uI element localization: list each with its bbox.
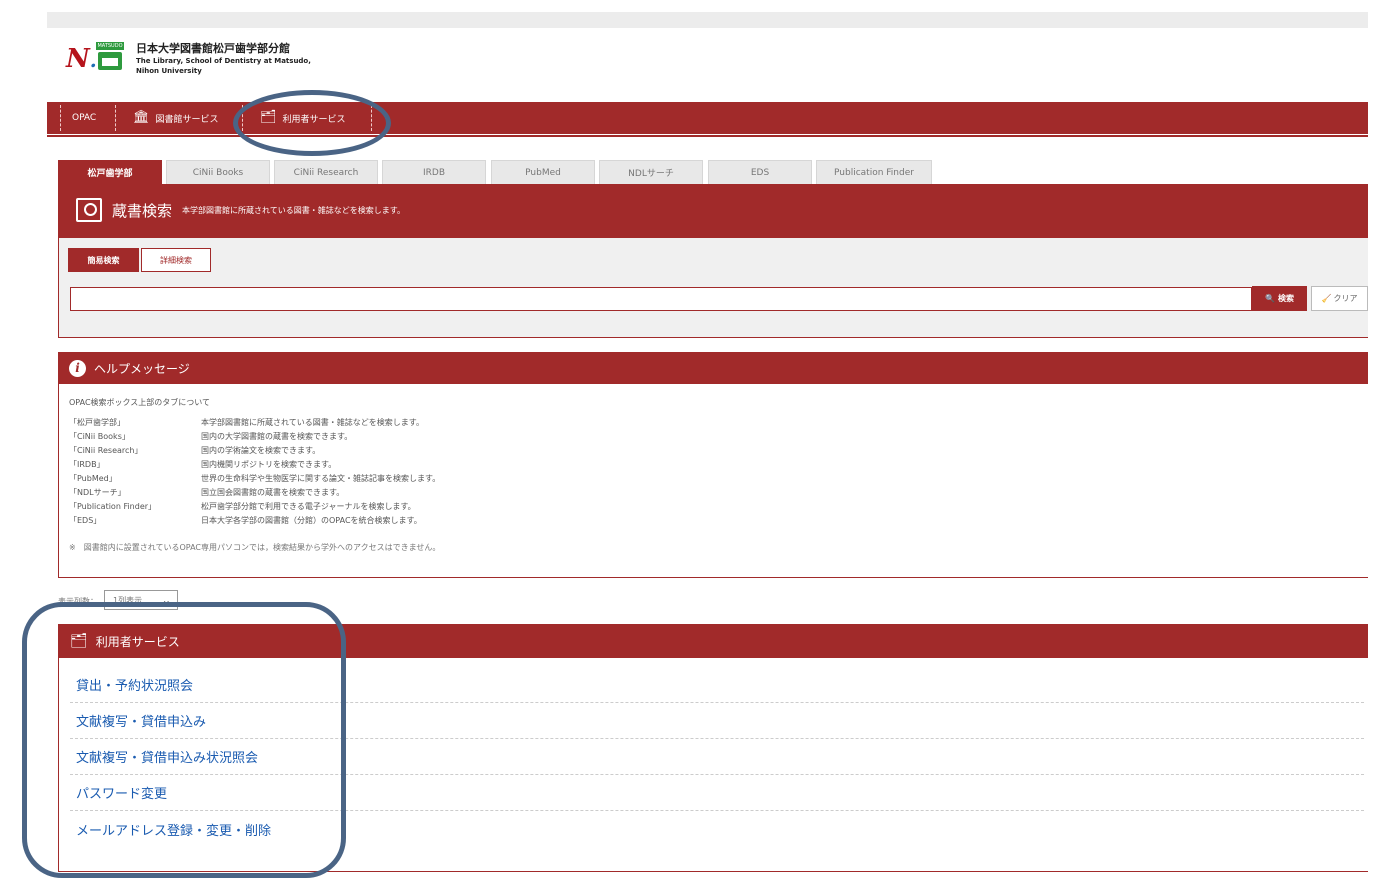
user-services-header: 🗂 利用者サービス	[58, 624, 1368, 658]
tab-eds[interactable]: EDS	[708, 160, 812, 184]
help-row: 「EDS」 日本大学各学部の図書館（分館）のOPACを統合検索します。	[69, 516, 422, 525]
link-copy-loan-request-status[interactable]: 文献複写・貸借申込み状況照会	[70, 739, 1364, 775]
clear-button[interactable]: 🧹 クリア	[1311, 286, 1368, 311]
nav-separator	[60, 105, 61, 131]
building-icon: 🏛	[133, 110, 150, 125]
nav-separator	[115, 105, 116, 131]
help-body: OPAC検索ボックス上部のタブについて 「松戸歯学部」 本学部図書館に所蔵されてい…	[58, 384, 1368, 578]
tab-cinii-books[interactable]: CiNii Books	[166, 160, 270, 184]
top-strip	[47, 12, 1368, 28]
nav-underline	[47, 135, 1368, 137]
nav-item-user-services[interactable]: 🗂 利用者サービス	[260, 102, 346, 134]
tab-matsudo[interactable]: 松戸歯学部	[58, 160, 162, 184]
user-card-icon: 🗂	[260, 110, 277, 125]
help-note: ※ 図書館内に設置されているOPAC専用パソコンでは，検索結果から学外へのアクセ…	[69, 543, 441, 552]
advanced-search-tab[interactable]: 詳細検索	[141, 248, 211, 272]
help-intro: OPAC検索ボックス上部のタブについて	[69, 398, 211, 407]
search-subtitle: 本学部図書館に所蔵されている図書・雑誌などを検索します。	[182, 205, 405, 215]
search-header: 蔵書検索 本学部図書館に所蔵されている図書・雑誌などを検索します。	[58, 184, 1368, 238]
search-icon: 🔍	[1265, 294, 1275, 303]
nav-separator	[242, 105, 243, 131]
tab-cinii-research[interactable]: CiNii Research	[274, 160, 378, 184]
tab-irdb[interactable]: IRDB	[382, 160, 486, 184]
link-copy-loan-request[interactable]: 文献複写・貸借申込み	[70, 703, 1364, 739]
help-header: i ヘルプメッセージ	[58, 352, 1368, 384]
columns-select[interactable]: 1列表示 ⌄	[104, 590, 178, 610]
nav-item-opac[interactable]: OPAC	[72, 102, 96, 134]
help-row: 「PubMed」 世界の生命科学や生物医学に関する論文・雑誌記事を検索します。	[69, 474, 441, 483]
help-row: 「Publication Finder」 松戸歯学部分館で利用できる電子ジャーナル…	[69, 502, 416, 511]
help-row: 「IRDB」 国内機関リポジトリを検索できます。	[69, 460, 337, 469]
tab-pubmed[interactable]: PubMed	[491, 160, 595, 184]
user-card-icon: 🗂	[70, 633, 88, 649]
info-icon: i	[69, 359, 86, 377]
help-table: 「松戸歯学部」 本学部図書館に所蔵されている図書・雑誌などを検索します。 「CiN…	[69, 416, 440, 528]
catalog-search-icon	[76, 198, 102, 222]
help-row: 「CiNii Research」 国内の学術論文を検索できます。	[69, 446, 321, 455]
link-email-register-change-delete[interactable]: メールアドレス登録・変更・削除	[70, 811, 1364, 847]
help-row: 「NDLサーチ」 国立国会図書館の蔵書を検索できます。	[69, 488, 345, 497]
search-input[interactable]	[70, 287, 1252, 311]
simple-search-tab[interactable]: 簡易検索	[68, 248, 139, 272]
eraser-icon: 🧹	[1321, 294, 1332, 303]
link-loan-reservation-status[interactable]: 貸出・予約状況照会	[70, 667, 1364, 703]
library-name: 日本大学図書館松戸歯学部分館 The Library, School of De…	[136, 42, 311, 75]
main-nav: OPAC 🏛 図書館サービス 🗂 利用者サービス	[47, 102, 1368, 134]
help-row: 「CiNii Books」 国内の大学図書館の蔵書を検索できます。	[69, 432, 353, 441]
library-badge-icon: MATSUDO	[96, 42, 124, 72]
nihon-university-logo-icon: N.	[66, 44, 97, 74]
nav-separator	[371, 105, 372, 131]
columns-label: 表示列数：	[58, 597, 98, 606]
tab-ndl-search[interactable]: NDLサーチ	[599, 160, 703, 184]
search-button[interactable]: 🔍 検索	[1252, 286, 1307, 311]
chevron-down-icon: ⌄	[161, 594, 171, 607]
help-row: 「松戸歯学部」 本学部図書館に所蔵されている図書・雑誌などを検索します。	[69, 418, 424, 427]
search-title: 蔵書検索	[112, 201, 173, 220]
tab-publication-finder[interactable]: Publication Finder	[816, 160, 932, 184]
nav-item-library-services[interactable]: 🏛 図書館サービス	[133, 102, 219, 134]
link-password-change[interactable]: パスワード変更	[70, 775, 1364, 811]
